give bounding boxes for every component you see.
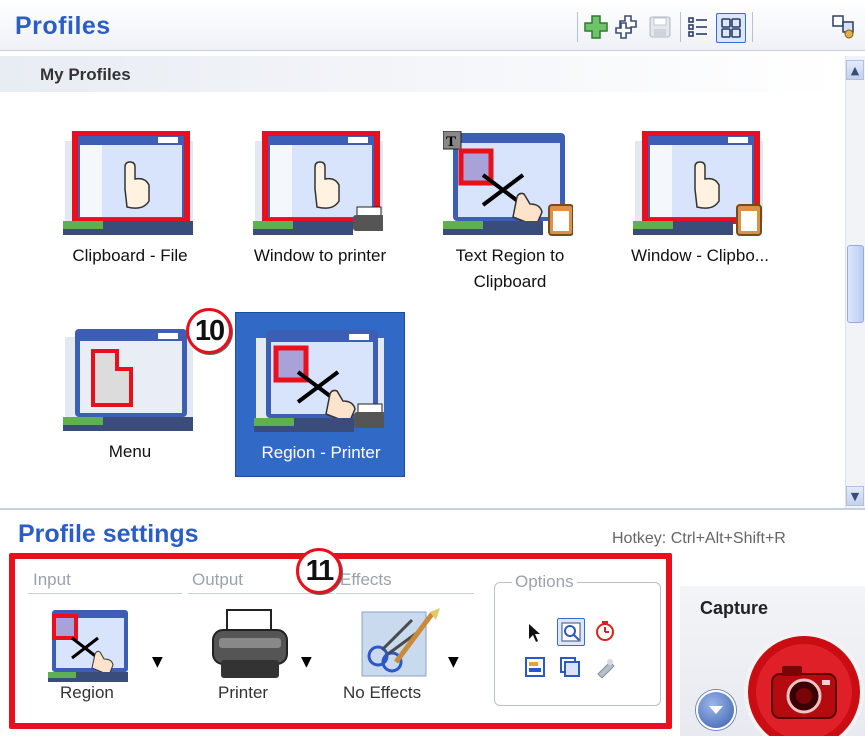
annotation-badge: 11 <box>296 548 342 594</box>
capture-options-button[interactable] <box>696 690 736 730</box>
large-icons-view-icon[interactable] <box>716 13 746 43</box>
profile-tile-text-region-to-clipboard[interactable]: T Text Region to Clipboard <box>425 116 595 291</box>
panel-title: Profiles <box>15 12 111 40</box>
toolbar-separator <box>577 12 578 42</box>
duplicate-profile-icon[interactable] <box>614 13 642 41</box>
profile-tile-window-to-printer[interactable]: Window to printer <box>235 116 405 281</box>
profile-tile-label: Region - Printer <box>261 443 381 462</box>
annotation-badge: 10 <box>186 308 232 354</box>
window-capture-icon <box>63 131 193 235</box>
profile-tile-label: Menu <box>108 442 152 461</box>
capture-button[interactable] <box>742 628 865 740</box>
profile-tile-region-printer[interactable]: Region - Printer <box>235 312 405 477</box>
text-region-clipboard-icon: T <box>443 131 573 236</box>
menu-capture-icon <box>63 329 193 431</box>
profile-tile-label: Clipboard - File <box>72 246 188 265</box>
window-printer-icon <box>253 131 383 235</box>
camera-icon <box>744 632 864 740</box>
toolbar-separator <box>680 12 681 42</box>
profile-tile-clipboard-file[interactable]: Clipboard - File <box>45 116 215 281</box>
section-divider <box>0 508 865 510</box>
window-clipboard-icon <box>633 131 763 236</box>
scroll-thumb[interactable] <box>847 245 864 323</box>
details-view-icon[interactable] <box>684 13 712 41</box>
profile-tile-label: Window - Clipbo... <box>631 246 769 265</box>
chevron-down-icon <box>709 706 723 714</box>
capture-label: Capture <box>700 598 769 618</box>
profile-tile-label: Window to printer <box>253 246 387 265</box>
toolbar-separator <box>752 12 753 42</box>
save-profile-icon[interactable] <box>646 13 674 41</box>
highlight-frame <box>9 553 672 729</box>
scroll-up-button[interactable]: ▲ <box>846 60 864 80</box>
scroll-down-button[interactable]: ▼ <box>846 486 864 506</box>
profile-settings-title: Profile settings <box>18 520 199 548</box>
region-printer-icon <box>254 330 384 432</box>
profile-tile-label: Text Region to Clipboard <box>455 246 565 291</box>
svg-text:T: T <box>446 134 456 150</box>
profile-settings-icon[interactable] <box>830 13 858 41</box>
my-profiles-label: My Profiles <box>40 65 131 84</box>
profile-tile-window-clipboard[interactable]: Window - Clipbo... <box>615 116 785 281</box>
hotkey-text: Hotkey: Ctrl+Alt+Shift+R <box>612 530 786 547</box>
add-profile-icon[interactable] <box>582 13 610 41</box>
